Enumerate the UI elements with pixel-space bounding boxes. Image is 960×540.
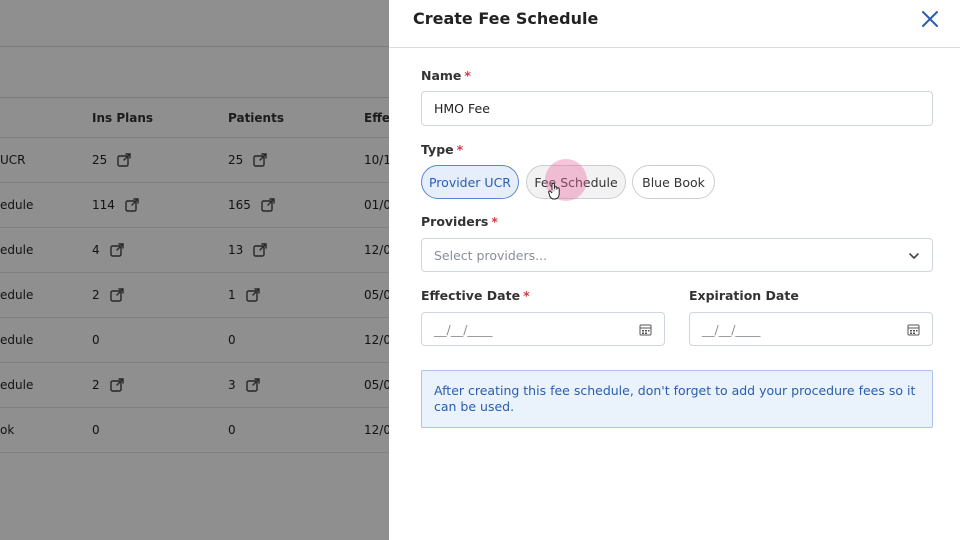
calendar-icon[interactable]	[639, 323, 652, 336]
required-mark: *	[464, 68, 471, 83]
required-mark: *	[523, 288, 530, 303]
providers-label: Providers *	[421, 214, 498, 229]
effective-date-label-text: Effective Date	[421, 288, 521, 303]
info-message: After creating this fee schedule, don't …	[421, 370, 933, 428]
type-label-text: Type	[421, 142, 454, 157]
calendar-icon[interactable]	[907, 323, 920, 336]
expiration-date-input[interactable]: __/__/____	[689, 312, 933, 346]
effective-date-label: Effective Date *	[421, 288, 530, 303]
name-input-value: HMO Fee	[434, 101, 490, 116]
drawer-title: Create Fee Schedule	[413, 9, 599, 28]
required-mark: *	[491, 214, 498, 229]
name-label: Name *	[421, 68, 471, 83]
chevron-down-icon	[908, 250, 920, 262]
providers-label-text: Providers	[421, 214, 489, 229]
type-label: Type *	[421, 142, 463, 157]
expiration-date-placeholder: __/__/____	[702, 321, 761, 337]
providers-placeholder: Select providers...	[434, 247, 548, 263]
effective-date-input[interactable]: __/__/____	[421, 312, 665, 346]
name-label-text: Name	[421, 68, 462, 83]
type-option-provider-ucr[interactable]: Provider UCR	[421, 165, 519, 199]
type-option-blue-book[interactable]: Blue Book	[632, 165, 715, 199]
effective-date-placeholder: __/__/____	[434, 321, 493, 337]
close-icon[interactable]	[920, 9, 940, 29]
drawer-header: Create Fee Schedule	[389, 0, 960, 48]
name-input[interactable]: HMO Fee	[421, 91, 933, 126]
type-option-fee-schedule[interactable]: Fee Schedule	[526, 165, 626, 199]
providers-select[interactable]: Select providers...	[421, 238, 933, 272]
create-fee-schedule-drawer: Create Fee Schedule Name * HMO Fee Type * …	[389, 0, 960, 540]
required-mark: *	[456, 142, 464, 157]
expiration-date-label: Expiration Date	[689, 288, 799, 303]
